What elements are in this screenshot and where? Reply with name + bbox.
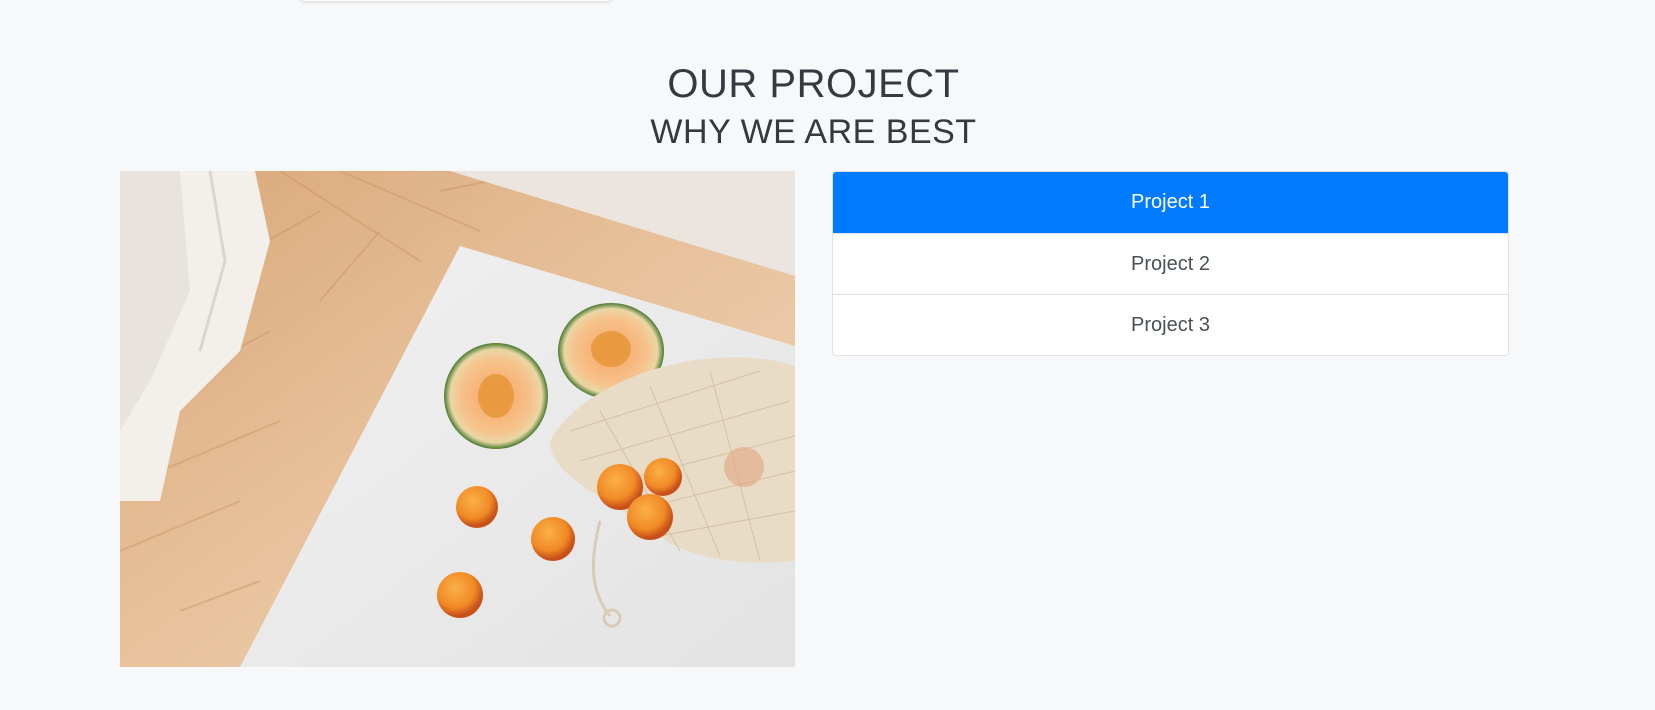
project-photo (120, 171, 795, 667)
project-list-item-1[interactable]: Project 1 (833, 172, 1508, 233)
project-list-item-3[interactable]: Project 3 (833, 294, 1508, 355)
section-title: OUR PROJECT (667, 62, 960, 106)
previous-section-card-edge (298, 0, 614, 1)
section-subtitle: WHY WE ARE BEST (650, 113, 977, 151)
section-heading: OUR PROJECT WHY WE ARE BEST (0, 58, 1627, 154)
project-list: Project 1 Project 2 Project 3 (832, 171, 1509, 356)
project-list-item-2[interactable]: Project 2 (833, 233, 1508, 294)
